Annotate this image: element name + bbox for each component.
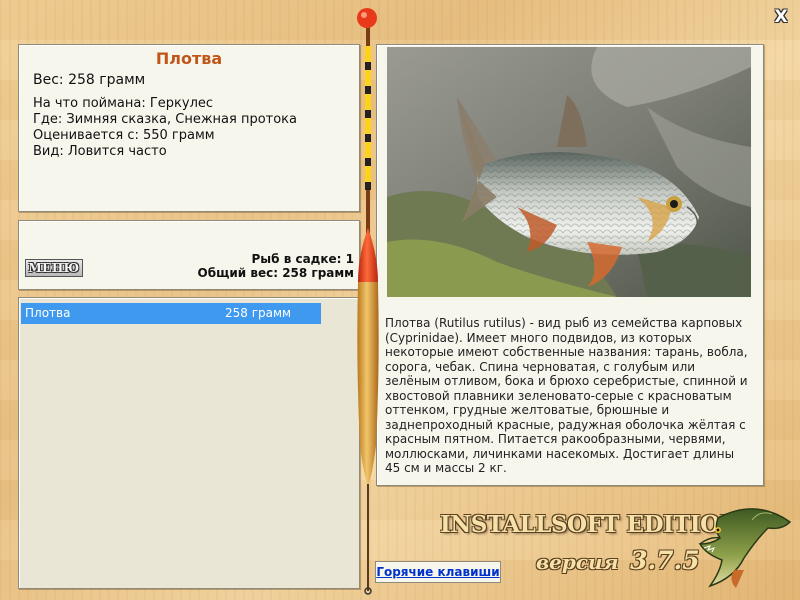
fish-details: На что поймана: Геркулес Где: Зимняя ска… [33, 96, 297, 160]
list-item[interactable]: Плотва 258 грамм [21, 303, 321, 324]
fish-description: Плотва (Rutilus rutilus) - вид рыб из се… [385, 316, 748, 475]
fish-count: Рыб в садке: 1 [251, 252, 355, 266]
list-item-weight: 258 грамм [225, 306, 292, 320]
menu-button[interactable]: МЕНЮ [25, 259, 83, 277]
version-number: 3.7.5 [630, 546, 700, 575]
list-item-name: Плотва [25, 306, 71, 320]
version-label: версия [536, 550, 619, 574]
description-panel: Плотва (Rutilus rutilus) - вид рыб из се… [376, 44, 764, 486]
version-row: версия 3.7.5 [536, 546, 700, 575]
location-detail: Где: Зимняя сказка, Снежная протока [33, 112, 298, 127]
catch-summary-panel: МЕНЮ Рыб в садке: 1 Общий вес: 258 грамм [18, 220, 360, 290]
value-detail: Оценивается с: 550 грамм [33, 128, 215, 143]
brand-title: INSTALLSOFT EDITION [440, 511, 741, 538]
close-button[interactable]: X [772, 8, 790, 26]
fish-weight: Вес: 258 грамм [33, 72, 146, 88]
fishing-float-icon [352, 6, 384, 596]
fish-list: Плотва 258 грамм [18, 297, 360, 589]
total-weight: Общий вес: 258 грамм [197, 266, 354, 280]
hotkeys-button[interactable]: Горячие клавиши [375, 561, 501, 583]
fish-info-panel: Плотва Вес: 258 грамм На что поймана: Ге… [18, 44, 360, 212]
pike-logo-icon [696, 500, 794, 590]
close-icon: X [774, 7, 788, 27]
fish-photo [387, 47, 751, 297]
bait-detail: На что поймана: Геркулес [33, 96, 214, 111]
frequency-detail: Вид: Ловится часто [33, 144, 167, 159]
fish-name-title: Плотва [155, 49, 223, 68]
